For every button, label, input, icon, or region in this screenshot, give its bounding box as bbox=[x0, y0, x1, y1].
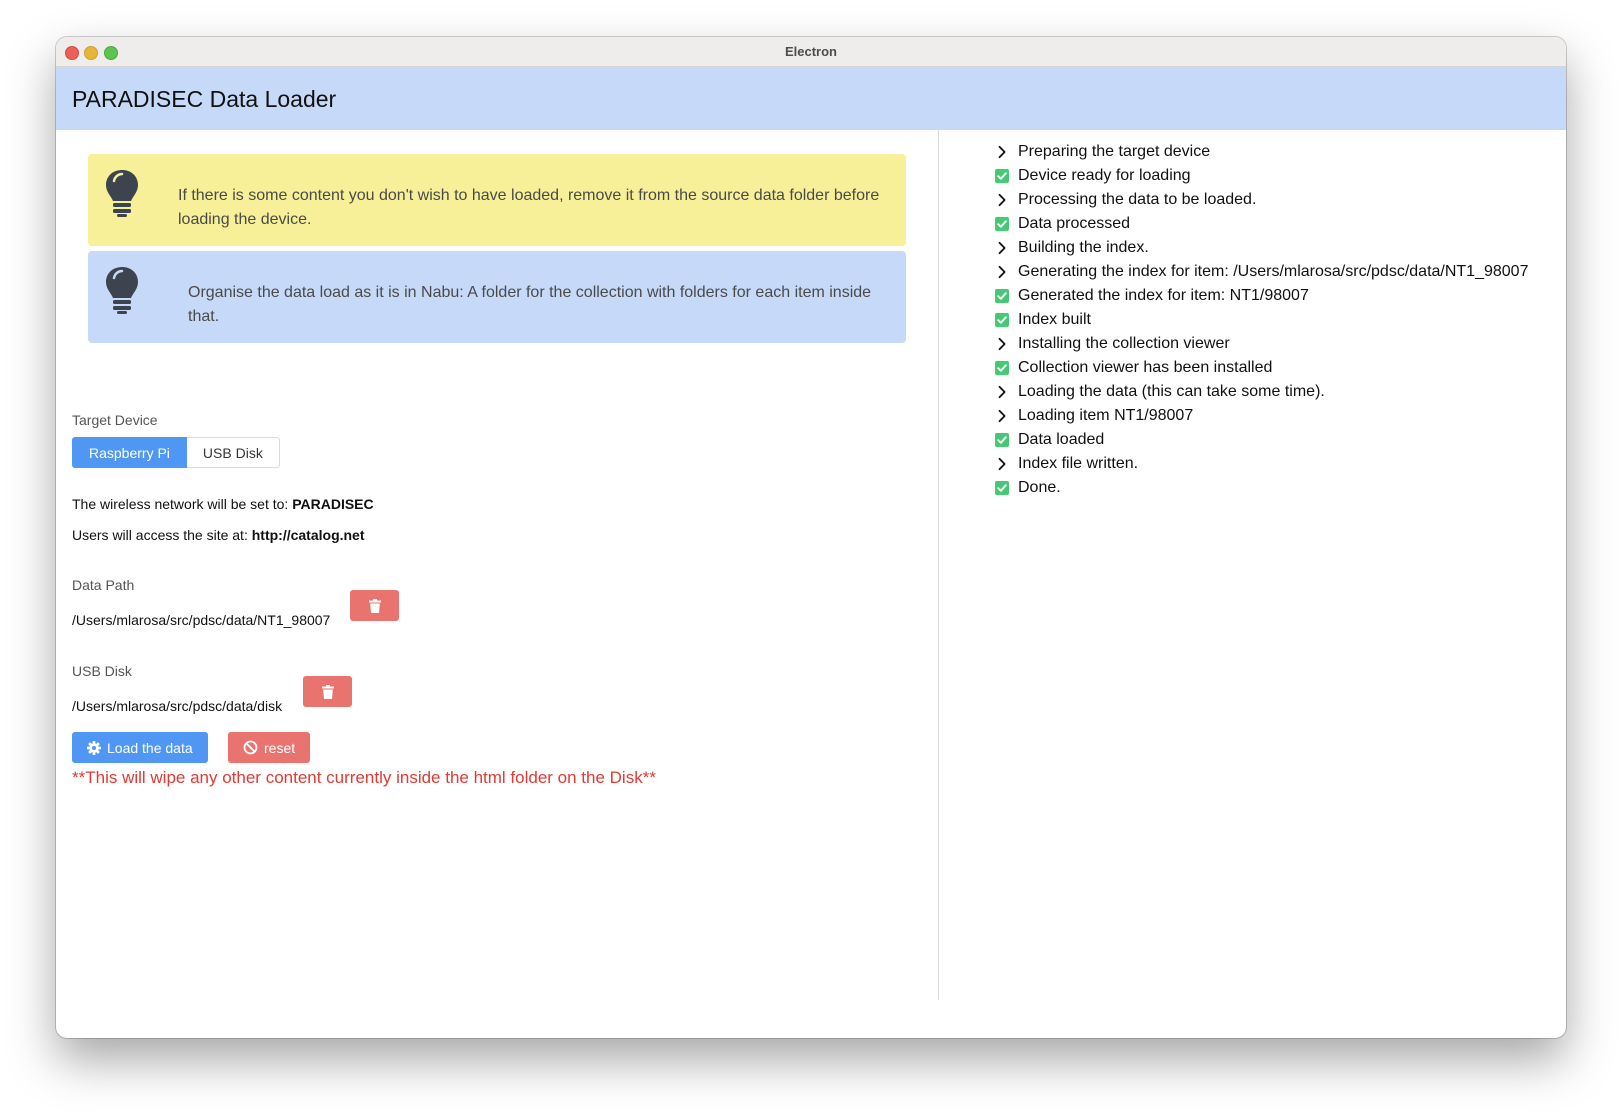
panel-divider bbox=[938, 130, 939, 1000]
notice-text: If there is some content you don't wish … bbox=[178, 187, 880, 228]
check-icon bbox=[995, 361, 1009, 375]
organise-tip-notice: Organise the data load as it is in Nabu:… bbox=[88, 251, 906, 343]
chevron-right-icon bbox=[998, 241, 1006, 255]
log-entry: Done. bbox=[995, 476, 1528, 500]
chevron-right-icon bbox=[998, 385, 1006, 399]
usb-disk-button[interactable]: USB Disk bbox=[186, 437, 280, 468]
log-entry-text: Collection viewer has been installed bbox=[1018, 359, 1273, 376]
site-url: http://catalog.net bbox=[251, 527, 365, 543]
site-info: Users will access the site at: http://ca… bbox=[72, 527, 365, 543]
log-entry-text: Building the index. bbox=[1018, 239, 1149, 256]
chevron-right-icon bbox=[998, 457, 1006, 471]
log-entry: Device ready for loading bbox=[995, 164, 1528, 188]
wireless-network-name: PARADISEC bbox=[292, 496, 374, 512]
log-entry: Data processed bbox=[995, 212, 1528, 236]
check-icon bbox=[995, 289, 1009, 303]
log-entry: Index file written. bbox=[995, 452, 1528, 476]
log-entry: Preparing the target device bbox=[995, 140, 1528, 164]
load-data-button[interactable]: Load the data bbox=[72, 732, 208, 763]
check-icon bbox=[995, 313, 1009, 327]
log-entry-text: Processing the data to be loaded. bbox=[1018, 191, 1257, 208]
check-icon bbox=[995, 433, 1009, 447]
log-entry-text: Done. bbox=[1018, 479, 1061, 496]
check-icon bbox=[995, 217, 1009, 231]
log-entry-text: Loading item NT1/98007 bbox=[1018, 407, 1194, 424]
content-tip-notice: If there is some content you don't wish … bbox=[88, 154, 906, 246]
usb-disk-value: /Users/mlarosa/src/pdsc/data/disk bbox=[72, 698, 283, 714]
lightbulb-icon bbox=[106, 170, 138, 217]
chevron-right-icon bbox=[998, 265, 1006, 279]
usb-disk-label: USB Disk bbox=[72, 663, 132, 679]
wireless-prefix: The wireless network will be set to: bbox=[72, 496, 293, 512]
log-entry-text: Index file written. bbox=[1018, 455, 1139, 472]
log-entry: Processing the data to be loaded. bbox=[995, 188, 1528, 212]
chevron-right-icon bbox=[998, 193, 1006, 207]
data-path-value: /Users/mlarosa/src/pdsc/data/NT1_98007 bbox=[72, 612, 331, 628]
log-entry-text: Data processed bbox=[1018, 215, 1131, 232]
log-entry: Collection viewer has been installed bbox=[995, 356, 1528, 380]
log-entry-text: Generating the index for item: /Users/ml… bbox=[1018, 263, 1529, 280]
check-icon bbox=[995, 169, 1009, 183]
log-entry-text: Device ready for loading bbox=[1018, 167, 1191, 184]
wipe-warning: **This will wipe any other content curre… bbox=[72, 768, 656, 787]
log-entry: Installing the collection viewer bbox=[995, 332, 1528, 356]
log-entry: Building the index. bbox=[995, 236, 1528, 260]
window-title: Electron bbox=[784, 44, 837, 59]
log-entry: Loading item NT1/98007 bbox=[995, 404, 1528, 428]
progress-log: Preparing the target device Device ready … bbox=[995, 140, 1528, 500]
target-device-selector: Raspberry Pi USB Disk bbox=[72, 437, 280, 468]
log-entry-text: Data loaded bbox=[1018, 431, 1105, 448]
log-entry-text: Generated the index for item: NT1/98007 bbox=[1018, 287, 1309, 304]
load-data-label: Load the data bbox=[107, 739, 193, 756]
log-entry-text: Preparing the target device bbox=[1018, 143, 1211, 160]
site-prefix: Users will access the site at: bbox=[72, 527, 252, 543]
trash-icon bbox=[321, 684, 334, 699]
app-header: PARADISEC Data Loader bbox=[56, 67, 1566, 130]
ban-icon bbox=[243, 740, 258, 755]
lightbulb-icon bbox=[106, 267, 138, 314]
remove-usb-disk-button[interactable] bbox=[303, 676, 352, 707]
target-device-label: Target Device bbox=[72, 412, 158, 428]
page-title: PARADISEC Data Loader bbox=[72, 86, 337, 112]
chevron-right-icon bbox=[998, 337, 1006, 351]
wireless-info: The wireless network will be set to: PAR… bbox=[72, 496, 374, 512]
log-entry: Generating the index for item: /Users/ml… bbox=[995, 260, 1528, 284]
data-path-label: Data Path bbox=[72, 577, 135, 593]
app-window: Electron PARADISEC Data Loader If there … bbox=[56, 37, 1566, 1038]
log-entry-text: Index built bbox=[1018, 311, 1091, 328]
reset-label: reset bbox=[264, 739, 296, 756]
log-entry: Loading the data (this can take some tim… bbox=[995, 380, 1528, 404]
log-entry: Generated the index for item: NT1/98007 bbox=[995, 284, 1528, 308]
reset-button[interactable]: reset bbox=[228, 732, 311, 763]
log-entry: Index built bbox=[995, 308, 1528, 332]
notice-text: Organise the data load as it is in Nabu:… bbox=[188, 284, 872, 325]
check-icon bbox=[995, 481, 1009, 495]
gear-icon bbox=[87, 740, 101, 755]
remove-data-path-button[interactable] bbox=[350, 590, 399, 621]
raspberry-pi-button[interactable]: Raspberry Pi bbox=[72, 437, 187, 468]
log-entry-text: Installing the collection viewer bbox=[1018, 335, 1230, 352]
title-bar: Electron bbox=[56, 37, 1566, 67]
log-entry: Data loaded bbox=[995, 428, 1528, 452]
chevron-right-icon bbox=[998, 145, 1006, 159]
trash-icon bbox=[368, 598, 381, 613]
log-entry-text: Loading the data (this can take some tim… bbox=[1018, 383, 1325, 400]
chevron-right-icon bbox=[998, 409, 1006, 423]
